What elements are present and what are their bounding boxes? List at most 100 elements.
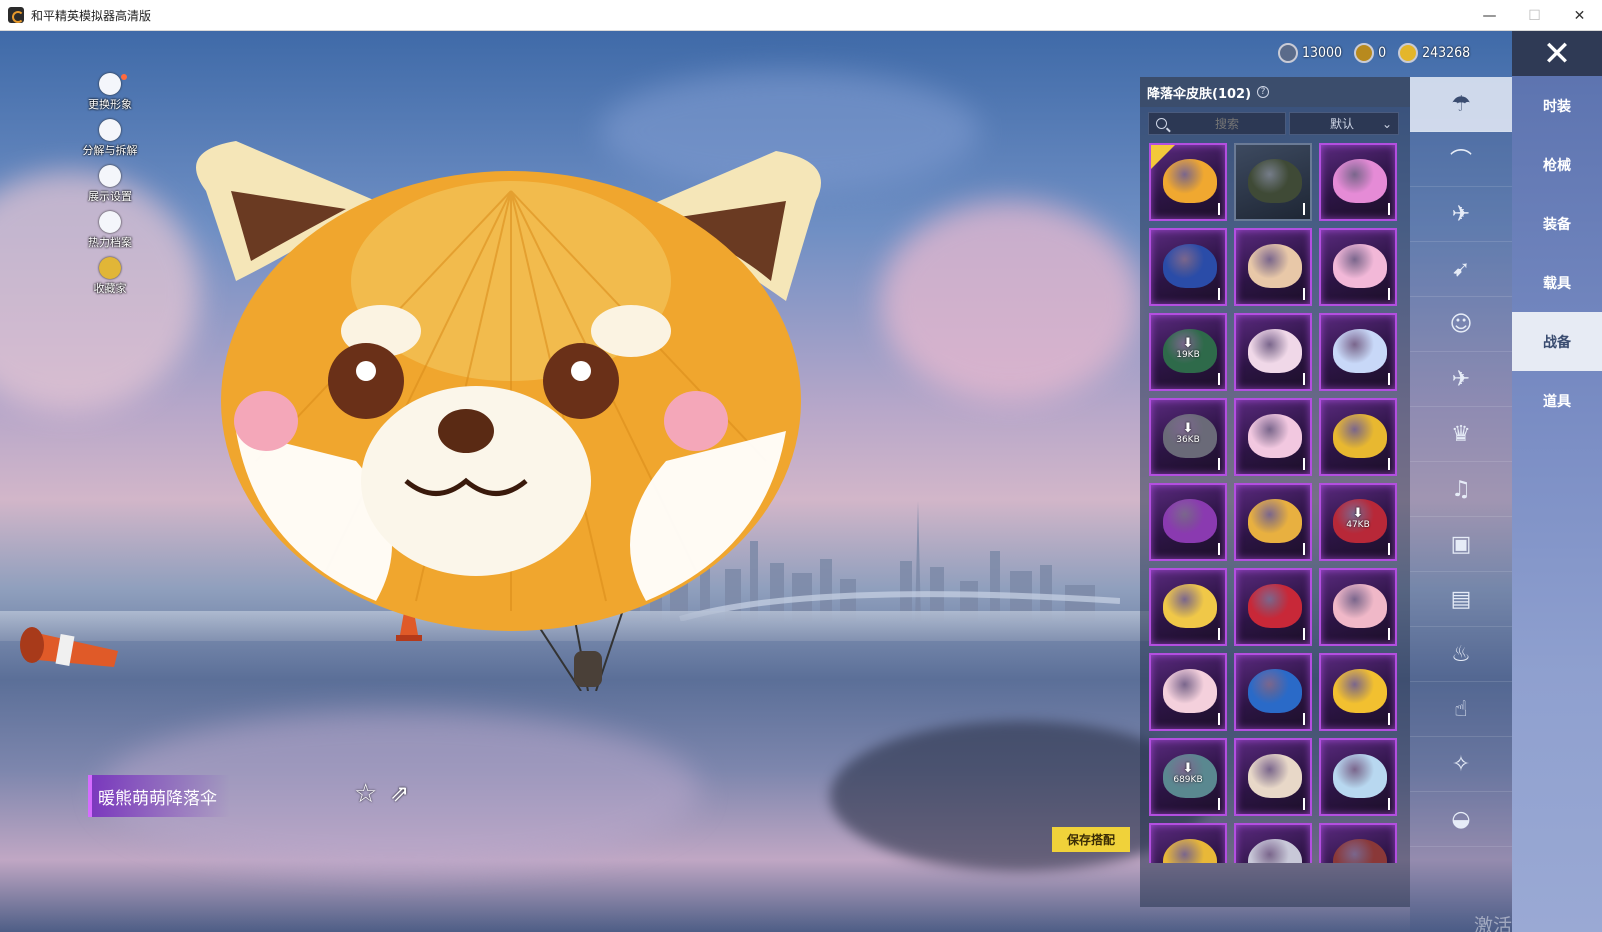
category-tab[interactable]: 时装 (1512, 76, 1602, 135)
selected-item-name: 暖熊萌萌降落伞 (88, 775, 230, 817)
heat-archive-item[interactable]: 热力档案 (70, 211, 150, 257)
plane-trail-icon[interactable]: ✈ (1410, 187, 1512, 242)
decompose-item[interactable]: 分解与拆解 (70, 119, 150, 165)
skin-tile[interactable] (1149, 568, 1227, 646)
skin-grid: 19KB 36KB 47KB 689KB (1149, 143, 1410, 863)
skin-tile[interactable] (1319, 823, 1397, 863)
count-bar (1218, 373, 1220, 385)
parachute-thumbnail (1163, 839, 1217, 863)
game-box-icon[interactable]: ▣ (1410, 517, 1512, 572)
minimize-button[interactable]: — (1467, 0, 1512, 31)
skin-tile[interactable] (1234, 483, 1312, 561)
hand-tap-icon[interactable]: ☝ (1410, 682, 1512, 737)
parachute-thumbnail (1333, 329, 1387, 373)
photo-icon[interactable]: ▤ (1410, 572, 1512, 627)
token-amount: 0 (1378, 45, 1387, 61)
skin-tile[interactable]: 47KB (1319, 483, 1397, 561)
count-bar (1388, 798, 1390, 810)
category-tab[interactable]: 战备 (1512, 312, 1602, 371)
app-logo-icon (8, 7, 24, 23)
search-icon (1156, 118, 1167, 129)
parachute-thumbnail (1333, 754, 1387, 798)
airplane-icon[interactable]: ✈ (1410, 352, 1512, 407)
panel-header: 降落伞皮肤(102) ? (1140, 77, 1410, 107)
skin-tile[interactable] (1149, 228, 1227, 306)
skin-tile[interactable] (1234, 823, 1312, 863)
category-tab[interactable]: 载具 (1512, 253, 1602, 312)
share-icon[interactable]: ⇗ (390, 782, 409, 806)
window-title-bar: 和平精英模拟器高清版 — ☐ ✕ (0, 0, 1602, 31)
parachute-thumbnail (1248, 499, 1302, 543)
skin-tile[interactable] (1319, 228, 1397, 306)
skin-tile[interactable] (1234, 313, 1312, 391)
chevron-down-icon: ⌄ (1381, 116, 1392, 131)
search-input[interactable] (1177, 116, 1277, 131)
count-bar (1218, 203, 1220, 215)
parachute-thumbnail (1248, 669, 1302, 713)
skin-tile[interactable] (1319, 143, 1397, 221)
skin-tile[interactable] (1234, 653, 1312, 731)
skin-tile[interactable]: 36KB (1149, 398, 1227, 476)
close-icon: ✕ (1542, 33, 1572, 74)
count-bar (1303, 458, 1305, 470)
skin-tile[interactable] (1149, 143, 1227, 221)
glider-icon[interactable]: ➹ (1410, 242, 1512, 297)
close-window-button[interactable]: ✕ (1557, 0, 1602, 31)
parachute-thumbnail (1333, 839, 1387, 863)
sort-value: 默认 (1330, 117, 1355, 131)
skin-tile[interactable]: 689KB (1149, 738, 1227, 816)
skin-tile[interactable]: 19KB (1149, 313, 1227, 391)
skin-tile[interactable] (1319, 738, 1397, 816)
pan-icon[interactable]: ◒ (1410, 792, 1512, 847)
skin-tile[interactable] (1234, 143, 1312, 221)
skin-tile[interactable] (1319, 653, 1397, 731)
close-game-panel-button[interactable]: ✕ (1512, 31, 1602, 76)
favorite-star-icon[interactable]: ☆ (354, 781, 377, 807)
parachute-thumbnail (1333, 414, 1387, 458)
parachute-thumbnail (1333, 669, 1387, 713)
download-size: 689KB (1151, 762, 1225, 785)
save-outfit-button[interactable]: 保存搭配 (1052, 827, 1130, 852)
decompose-label: 分解与拆解 (82, 144, 138, 157)
speaker-icon[interactable]: ♫ (1410, 462, 1512, 517)
window-title: 和平精英模拟器高清版 (31, 8, 152, 23)
parachute-thumbnail (1333, 159, 1387, 203)
parachute-thumbnail (1248, 244, 1302, 288)
maximize-button[interactable]: ☐ (1512, 0, 1557, 31)
emote-face-icon[interactable]: ☺ (1410, 297, 1512, 352)
skin-tile[interactable] (1319, 398, 1397, 476)
collector-item[interactable]: 收藏家 (70, 257, 150, 303)
skin-tile[interactable] (1234, 228, 1312, 306)
count-bar (1218, 543, 1220, 555)
parachute-icon[interactable]: ☂ (1410, 77, 1512, 132)
sparkle-wand-icon[interactable]: ✧ (1410, 737, 1512, 792)
hat-icon[interactable]: ⌒ (1410, 132, 1512, 187)
skin-tile[interactable] (1234, 738, 1312, 816)
skin-tile[interactable] (1319, 313, 1397, 391)
skin-tile[interactable] (1319, 568, 1397, 646)
display-settings-item[interactable]: 展示设置 (70, 165, 150, 211)
robot-icon[interactable]: ♛ (1410, 407, 1512, 462)
sort-dropdown[interactable]: 默认 ⌄ (1289, 112, 1399, 135)
skin-tile[interactable] (1149, 823, 1227, 863)
skin-tile[interactable] (1234, 398, 1312, 476)
count-bar (1388, 203, 1390, 215)
parachute-thumbnail (1333, 584, 1387, 628)
category-tab[interactable]: 装备 (1512, 194, 1602, 253)
category-tab[interactable]: 枪械 (1512, 135, 1602, 194)
windows-activation-watermark: 激活 Windows (1474, 915, 1513, 932)
filter-row: 默认 ⌄ (1148, 112, 1402, 135)
search-box[interactable] (1148, 112, 1286, 135)
change-avatar-item[interactable]: 更换形象 (70, 73, 150, 119)
category-tab[interactable]: 道具 (1512, 371, 1602, 430)
parachute-thumbnail (1248, 754, 1302, 798)
left-side-menu: 更换形象 分解与拆解 展示设置 热力档案 收藏家 (70, 73, 150, 303)
skin-tile[interactable] (1234, 568, 1312, 646)
skin-tile[interactable] (1149, 653, 1227, 731)
count-bar (1303, 373, 1305, 385)
skin-tile[interactable] (1149, 483, 1227, 561)
count-bar (1218, 713, 1220, 725)
spray-can-icon[interactable]: ♨ (1410, 627, 1512, 682)
parachute-skin-panel: 降落伞皮肤(102) ? 默认 ⌄ 19KB 36KB 47KB 689KB (1140, 77, 1410, 907)
help-icon[interactable]: ? (1257, 86, 1270, 98)
